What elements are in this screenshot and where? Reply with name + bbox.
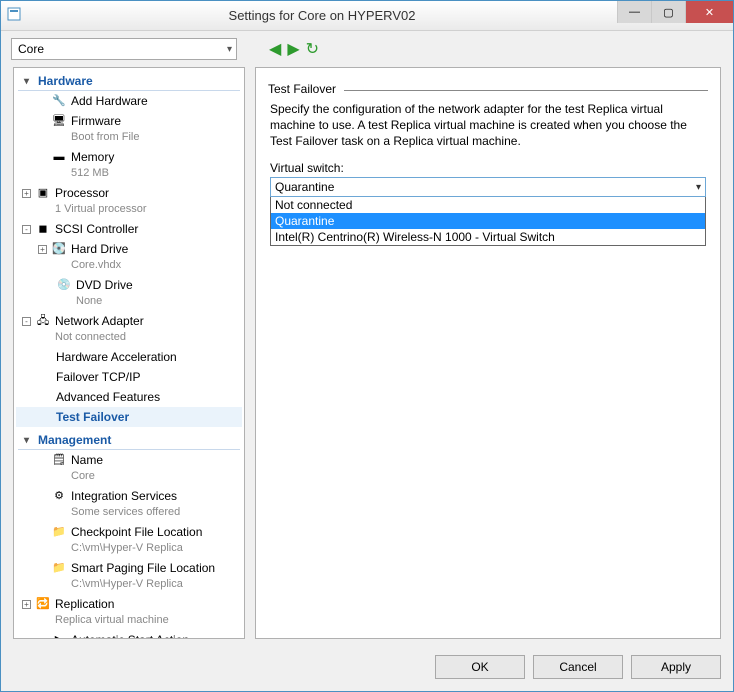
tree-item-advanced-features[interactable]: Advanced Features — [16, 387, 242, 407]
replication-icon: 🔁 — [35, 597, 51, 611]
checkpoint-icon: 📁 — [51, 525, 67, 539]
processor-icon: ▣ — [35, 186, 51, 200]
vm-selector[interactable]: Core — [11, 38, 237, 60]
tree-item-add-hardware[interactable]: 🔧Add Hardware — [16, 91, 242, 111]
nav-forward-icon[interactable]: ▶ — [287, 39, 299, 59]
dropdown-option[interactable]: Not connected — [271, 197, 705, 213]
collapse-icon[interactable]: - — [22, 317, 31, 326]
tree-item-name[interactable]: 🗒Name Core — [16, 450, 242, 486]
expand-icon[interactable]: + — [22, 189, 31, 198]
collapse-icon[interactable]: - — [22, 225, 31, 234]
tree-item-autostart[interactable]: ▶Automatic Start Action Restart if previ… — [16, 630, 242, 639]
tree-item-checkpoint[interactable]: 📁Checkpoint File Location C:\vm\Hyper-V … — [16, 522, 242, 558]
management-section-header[interactable]: ▾ Management — [18, 429, 240, 450]
smartpaging-icon: 📁 — [51, 561, 67, 575]
firmware-icon: 🖥 — [51, 114, 67, 128]
titlebar: Settings for Core on HYPERV02 — ▢ ✕ — [1, 1, 733, 31]
tree-item-network-adapter[interactable]: -🖧Network Adapter Not connected — [16, 311, 242, 347]
minimize-button[interactable]: — — [617, 1, 651, 23]
name-icon: 🗒 — [51, 453, 67, 467]
tree-item-hard-drive[interactable]: +💽Hard Drive Core.vhdx — [16, 239, 242, 275]
dvd-icon: 💿 — [56, 278, 72, 292]
hardware-section-header[interactable]: ▾ Hardware — [18, 70, 240, 91]
apply-button[interactable]: Apply — [631, 655, 721, 679]
hard-drive-icon: 💽 — [51, 242, 67, 256]
toolbar: Core ◀ ▶ ↻ — [1, 31, 733, 67]
refresh-icon[interactable]: ↻ — [306, 39, 319, 59]
panel-title: Test Failover — [268, 82, 344, 96]
nav-back-icon[interactable]: ◀ — [269, 39, 281, 59]
detail-panel: Test Failover Specify the configuration … — [255, 67, 721, 639]
section-label: Hardware — [38, 74, 93, 88]
add-hardware-icon: 🔧 — [51, 94, 67, 108]
collapse-icon: ▾ — [24, 435, 34, 446]
expand-icon[interactable]: + — [38, 245, 47, 254]
memory-icon: ▬ — [51, 150, 67, 164]
autostart-icon: ▶ — [51, 633, 67, 639]
virtual-switch-combo[interactable]: Quarantine — [270, 177, 706, 197]
tree-item-processor[interactable]: +▣Processor 1 Virtual processor — [16, 183, 242, 219]
virtual-switch-dropdown: Not connected Quarantine Intel(R) Centri… — [270, 197, 706, 246]
window-title: Settings for Core on HYPERV02 — [27, 8, 617, 23]
dialog-buttons: OK Cancel Apply — [1, 647, 733, 691]
integration-icon: ⚙ — [51, 489, 67, 503]
virtual-switch-value: Quarantine — [275, 180, 334, 194]
scsi-icon: ◼ — [35, 222, 51, 236]
cancel-button[interactable]: Cancel — [533, 655, 623, 679]
tree-item-dvd[interactable]: 💿DVD Drive None — [16, 275, 242, 311]
network-icon: 🖧 — [35, 314, 51, 328]
tree-item-failover-tcpip[interactable]: Failover TCP/IP — [16, 367, 242, 387]
tree-item-scsi[interactable]: -◼SCSI Controller — [16, 219, 242, 239]
tree-item-integration[interactable]: ⚙Integration Services Some services offe… — [16, 486, 242, 522]
tree-item-firmware[interactable]: 🖥Firmware Boot from File — [16, 111, 242, 147]
window-buttons: — ▢ ✕ — [617, 1, 733, 23]
panel-description: Specify the configuration of the network… — [270, 101, 706, 149]
maximize-button[interactable]: ▢ — [651, 1, 685, 23]
dropdown-option[interactable]: Intel(R) Centrino(R) Wireless-N 1000 - V… — [271, 229, 705, 245]
close-button[interactable]: ✕ — [685, 1, 733, 23]
dropdown-option[interactable]: Quarantine — [271, 213, 705, 229]
section-label: Management — [38, 433, 111, 447]
tree-item-memory[interactable]: ▬Memory 512 MB — [16, 147, 242, 183]
virtual-switch-label: Virtual switch: — [270, 161, 706, 175]
tree-item-test-failover[interactable]: Test Failover — [16, 407, 242, 427]
expand-icon[interactable]: + — [22, 600, 31, 609]
settings-window: Settings for Core on HYPERV02 — ▢ ✕ Core… — [0, 0, 734, 692]
vm-selector-value: Core — [18, 42, 44, 56]
collapse-icon: ▾ — [24, 76, 34, 87]
app-icon — [1, 7, 27, 24]
settings-tree: ▾ Hardware 🔧Add Hardware 🖥Firmware Boot … — [13, 67, 245, 639]
tree-item-smartpaging[interactable]: 📁Smart Paging File Location C:\vm\Hyper-… — [16, 558, 242, 594]
ok-button[interactable]: OK — [435, 655, 525, 679]
tree-item-hw-accel[interactable]: Hardware Acceleration — [16, 347, 242, 367]
tree-item-replication[interactable]: +🔁Replication Replica virtual machine — [16, 594, 242, 630]
